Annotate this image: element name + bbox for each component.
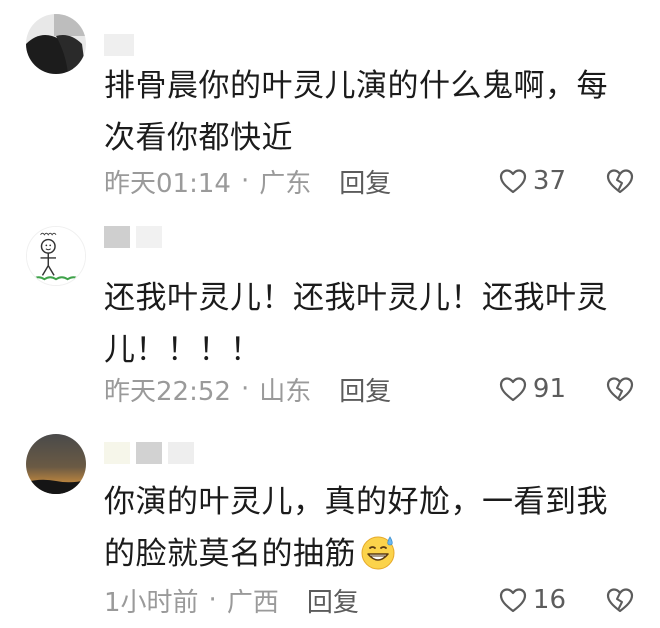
username-redacted	[104, 226, 130, 248]
username-redacted	[168, 442, 194, 464]
username-redacted	[104, 442, 130, 464]
comment-item: 你演的叶灵儿，真的好尬，一看到我的脸就莫名的抽筋 1小时前 · 广西 回复 16	[0, 420, 660, 628]
comment-meta: 昨天22:52 · 山东 回复 91	[104, 371, 634, 407]
dislike-button[interactable]	[606, 376, 634, 402]
comment-text: 你演的叶灵儿，真的好尬，一看到我的脸就莫名的抽筋	[104, 476, 634, 580]
reply-button[interactable]: 回复	[339, 371, 391, 408]
comment-time: 昨天22:52	[104, 376, 231, 407]
like-count: 91	[532, 374, 566, 404]
comment-meta: 1小时前 · 广西 回复 16	[104, 582, 634, 618]
heart-icon	[499, 588, 527, 613]
heart-icon	[499, 169, 527, 194]
comment-text-content: 你演的叶灵儿，真的好尬，一看到我的脸就莫名的抽筋	[104, 484, 608, 572]
separator-dot: ·	[240, 166, 250, 196]
comment-item: 还我叶灵儿！还我叶灵儿！还我叶灵儿！！！！ 昨天22:52 · 山东 回复 91	[0, 210, 660, 420]
separator-dot: ·	[240, 374, 250, 404]
username[interactable]	[104, 226, 162, 248]
comment-location: 广西	[226, 587, 279, 618]
avatar[interactable]	[26, 226, 86, 286]
username[interactable]	[104, 442, 194, 464]
reply-button[interactable]: 回复	[307, 582, 359, 619]
username[interactable]	[104, 34, 134, 56]
comment-text: 排骨晨你的叶灵儿演的什么鬼啊，每次看你都快近	[104, 68, 608, 156]
night-sky-avatar-icon	[26, 434, 86, 494]
like-count: 37	[532, 166, 566, 196]
comment-meta: 昨天01:14 · 广东 回复 37	[104, 163, 634, 199]
heart-icon	[499, 377, 527, 402]
comment-location: 广东	[259, 168, 312, 199]
broken-heart-icon	[606, 377, 634, 402]
username-redacted	[104, 34, 134, 56]
stick-figure-avatar-icon	[27, 227, 85, 285]
dislike-button[interactable]	[606, 587, 634, 613]
grinning-sweat-emoji-icon	[361, 536, 395, 570]
like-button[interactable]: 16	[499, 585, 566, 615]
username-redacted	[136, 226, 162, 248]
username-redacted	[136, 442, 162, 464]
comment-time: 昨天01:14	[104, 168, 231, 199]
avatar[interactable]	[26, 434, 86, 494]
like-count: 16	[532, 585, 566, 615]
comment-time: 1小时前	[104, 587, 199, 618]
comment-text: 还我叶灵儿！还我叶灵儿！还我叶灵儿！！！！	[104, 280, 608, 368]
comment-item: 排骨晨你的叶灵儿演的什么鬼啊，每次看你都快近 昨天01:14 · 广东 回复 3…	[0, 0, 660, 210]
broken-heart-icon	[606, 588, 634, 613]
separator-dot: ·	[208, 585, 217, 615]
comment-location: 山东	[259, 376, 312, 407]
like-button[interactable]: 91	[499, 374, 566, 404]
avatar[interactable]	[26, 14, 86, 74]
broken-heart-icon	[606, 169, 634, 194]
dislike-button[interactable]	[606, 168, 634, 194]
reply-button[interactable]: 回复	[339, 163, 391, 200]
like-button[interactable]: 37	[499, 166, 566, 196]
dark-photo-avatar-icon	[26, 14, 86, 74]
